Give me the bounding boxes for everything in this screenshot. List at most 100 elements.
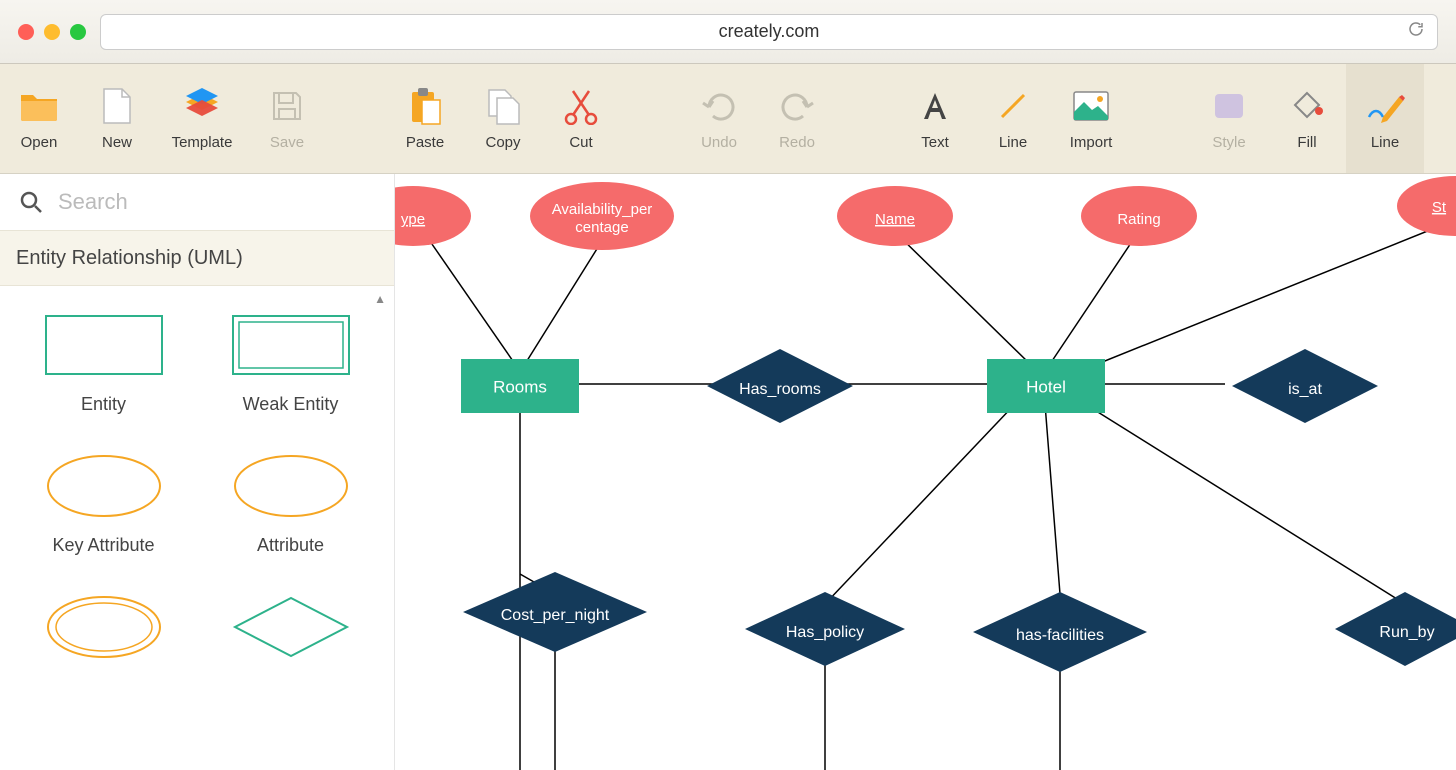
import-icon [1071, 86, 1111, 126]
open-label: Open [21, 134, 58, 151]
attribute-type[interactable]: ype [395, 186, 471, 246]
entity-hotel[interactable]: Hotel [987, 359, 1105, 413]
connector[interactable] [1045, 404, 1060, 594]
paste-button[interactable]: Paste [386, 64, 464, 173]
svg-text:Name: Name [875, 211, 915, 228]
diagram-canvas[interactable]: ype Availability_per centage Name Rating… [395, 174, 1456, 770]
copy-button[interactable]: Copy [464, 64, 542, 173]
svg-text:ype: ype [401, 211, 425, 228]
connector[interactable] [525, 244, 600, 364]
connector[interactable] [1050, 234, 1137, 364]
shape-panel: ▲ Entity Weak Entity [0, 286, 394, 770]
workspace: Entity Relationship (UML) ▲ Entity Weak … [0, 174, 1456, 770]
shape-relationship[interactable] [205, 592, 376, 662]
svg-text:Has_policy: Has_policy [786, 624, 864, 641]
relationship-is-at[interactable]: is_at [1232, 349, 1378, 423]
shape-entity[interactable]: Entity [18, 310, 189, 415]
search-input[interactable] [58, 189, 376, 215]
undo-label: Undo [701, 134, 737, 151]
relationship-cost-per-night[interactable]: Cost_per_night [463, 572, 647, 652]
template-icon [182, 86, 222, 126]
svg-text:has-facilities: has-facilities [1016, 627, 1104, 644]
svg-text:Availability_per: Availability_per [552, 201, 653, 218]
redo-icon [777, 86, 817, 126]
attribute-st[interactable]: St [1397, 176, 1456, 236]
maximize-window-icon[interactable] [70, 24, 86, 40]
weak-entity-preview-icon [226, 310, 356, 380]
svg-text:Cost_per_night: Cost_per_night [501, 607, 610, 624]
shape-key-attribute[interactable]: Key Attribute [18, 451, 189, 556]
attribute-rating[interactable]: Rating [1081, 186, 1197, 246]
template-label: Template [172, 134, 233, 151]
connector[interactable] [897, 234, 1030, 364]
category-header[interactable]: Entity Relationship (UML) [0, 230, 394, 286]
svg-text:centage: centage [575, 219, 628, 236]
window-controls [18, 24, 86, 40]
cut-icon [561, 86, 601, 126]
new-button[interactable]: New [78, 64, 156, 173]
relationship-has-facilities[interactable]: has-facilities [973, 592, 1147, 672]
key-attribute-preview-icon [39, 451, 169, 521]
undo-icon [699, 86, 739, 126]
relationship-run-by[interactable]: Run_by [1335, 592, 1456, 666]
paste-label: Paste [406, 134, 444, 151]
undo-button[interactable]: Undo [680, 64, 758, 173]
connector[interactable] [825, 404, 1015, 604]
new-label: New [102, 134, 132, 151]
open-button[interactable]: Open [0, 64, 78, 173]
attribute-name[interactable]: Name [837, 186, 953, 246]
minimize-window-icon[interactable] [44, 24, 60, 40]
connector[interactable] [425, 234, 515, 364]
address-bar[interactable]: creately.com [100, 14, 1438, 50]
text-label: Text [921, 134, 949, 151]
entity-preview-icon [39, 310, 169, 380]
svg-text:Run_by: Run_by [1379, 624, 1434, 641]
pencil-icon [1365, 86, 1405, 126]
style-button[interactable]: Style [1190, 64, 1268, 173]
text-icon [915, 86, 955, 126]
line-tool-button[interactable]: Line [974, 64, 1052, 173]
category-label: Entity Relationship (UML) [16, 247, 243, 270]
refresh-icon[interactable] [1407, 20, 1425, 43]
search-row [0, 174, 394, 230]
copy-icon [483, 86, 523, 126]
shape-weak-entity[interactable]: Weak Entity [205, 310, 376, 415]
line-style-label: Line [1371, 134, 1399, 151]
shape-key-attr-label: Key Attribute [52, 535, 154, 556]
toolbar: Open New Template Save Paste [0, 64, 1456, 174]
new-file-icon [97, 86, 137, 126]
redo-button[interactable]: Redo [758, 64, 836, 173]
scrollbar-arrow-icon[interactable]: ▲ [374, 292, 386, 306]
relationship-has-rooms[interactable]: Has_rooms [707, 349, 853, 423]
shape-weak-entity-label: Weak Entity [243, 394, 339, 415]
relationship-has-policy[interactable]: Has_policy [745, 592, 905, 666]
shape-multivalued-attribute[interactable] [18, 592, 189, 662]
redo-label: Redo [779, 134, 815, 151]
line-style-button[interactable]: Line [1346, 64, 1424, 173]
save-button[interactable]: Save [248, 64, 326, 173]
entity-rooms[interactable]: Rooms [461, 359, 579, 413]
line-label: Line [999, 134, 1027, 151]
cut-button[interactable]: Cut [542, 64, 620, 173]
close-window-icon[interactable] [18, 24, 34, 40]
cut-label: Cut [569, 134, 592, 151]
svg-text:Rooms: Rooms [493, 377, 547, 396]
paste-icon [405, 86, 445, 126]
text-tool-button[interactable]: Text [896, 64, 974, 173]
fill-icon [1287, 86, 1327, 126]
svg-text:St: St [1432, 199, 1447, 216]
template-button[interactable]: Template [156, 64, 248, 173]
import-button[interactable]: Import [1052, 64, 1130, 173]
search-icon[interactable] [18, 189, 44, 215]
connector[interactable] [1085, 404, 1405, 604]
browser-chrome: creately.com [0, 0, 1456, 64]
attribute-availability[interactable]: Availability_per centage [530, 182, 674, 250]
line-icon [993, 86, 1033, 126]
style-icon [1209, 86, 1249, 126]
import-label: Import [1070, 134, 1113, 151]
shape-attribute[interactable]: Attribute [205, 451, 376, 556]
fill-button[interactable]: Fill [1268, 64, 1346, 173]
multivalued-preview-icon [39, 592, 169, 662]
shape-attr-label: Attribute [257, 535, 324, 556]
svg-text:Has_rooms: Has_rooms [739, 381, 821, 398]
